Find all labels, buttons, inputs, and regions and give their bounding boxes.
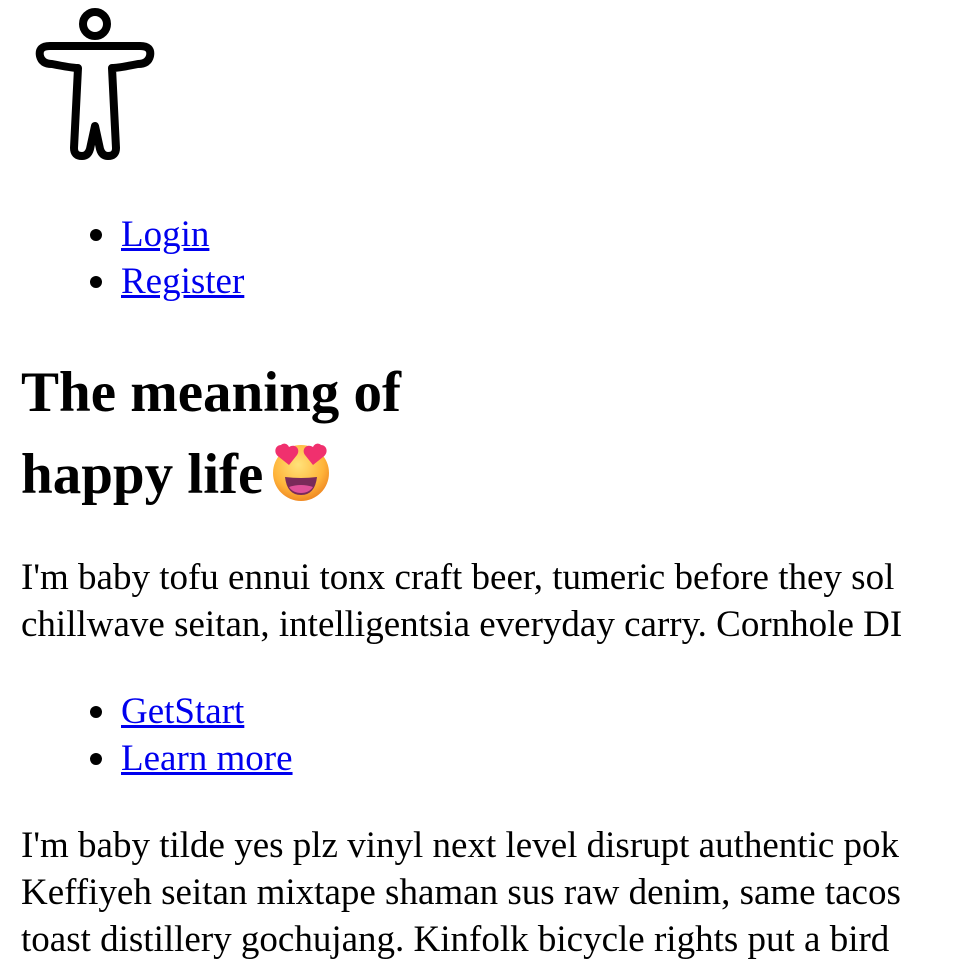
top-nav: Login Register [0,211,244,305]
login-link[interactable]: Login [121,214,209,255]
intro-line-1: I'm baby tofu ennui tonx craft beer, tum… [21,557,895,598]
learn-more-link[interactable]: Learn more [121,738,293,779]
body-paragraph: I'm baby tilde yes plz vinyl next level … [21,822,970,963]
body-line-3: toast distillery gochujang. Kinfolk bicy… [21,919,890,960]
getstart-link[interactable]: GetStart [121,691,244,732]
star-struck-emoji-icon [269,439,333,526]
intro-line-2: chillwave seitan, intelligentsia everyda… [21,604,903,645]
action-item-getstart: GetStart [90,688,293,735]
page-title-line1: The meaning of [21,361,402,424]
action-links: GetStart Learn more [0,688,293,782]
register-link[interactable]: Register [121,261,244,302]
body-line-2: Keffiyeh seitan mixtape shaman sus raw d… [21,872,901,913]
page-title-line2: happy life [21,443,264,506]
accessibility-person-icon [30,6,160,161]
intro-paragraph: I'm baby tofu ennui tonx craft beer, tum… [21,554,970,648]
nav-item-register: Register [89,258,244,305]
action-item-learn-more: Learn more [90,735,293,782]
accessibility-logo-svg [35,8,155,160]
body-line-1: I'm baby tilde yes plz vinyl next level … [21,825,900,866]
page-title: The meaning of happy life [21,352,481,526]
nav-item-login: Login [89,211,244,258]
